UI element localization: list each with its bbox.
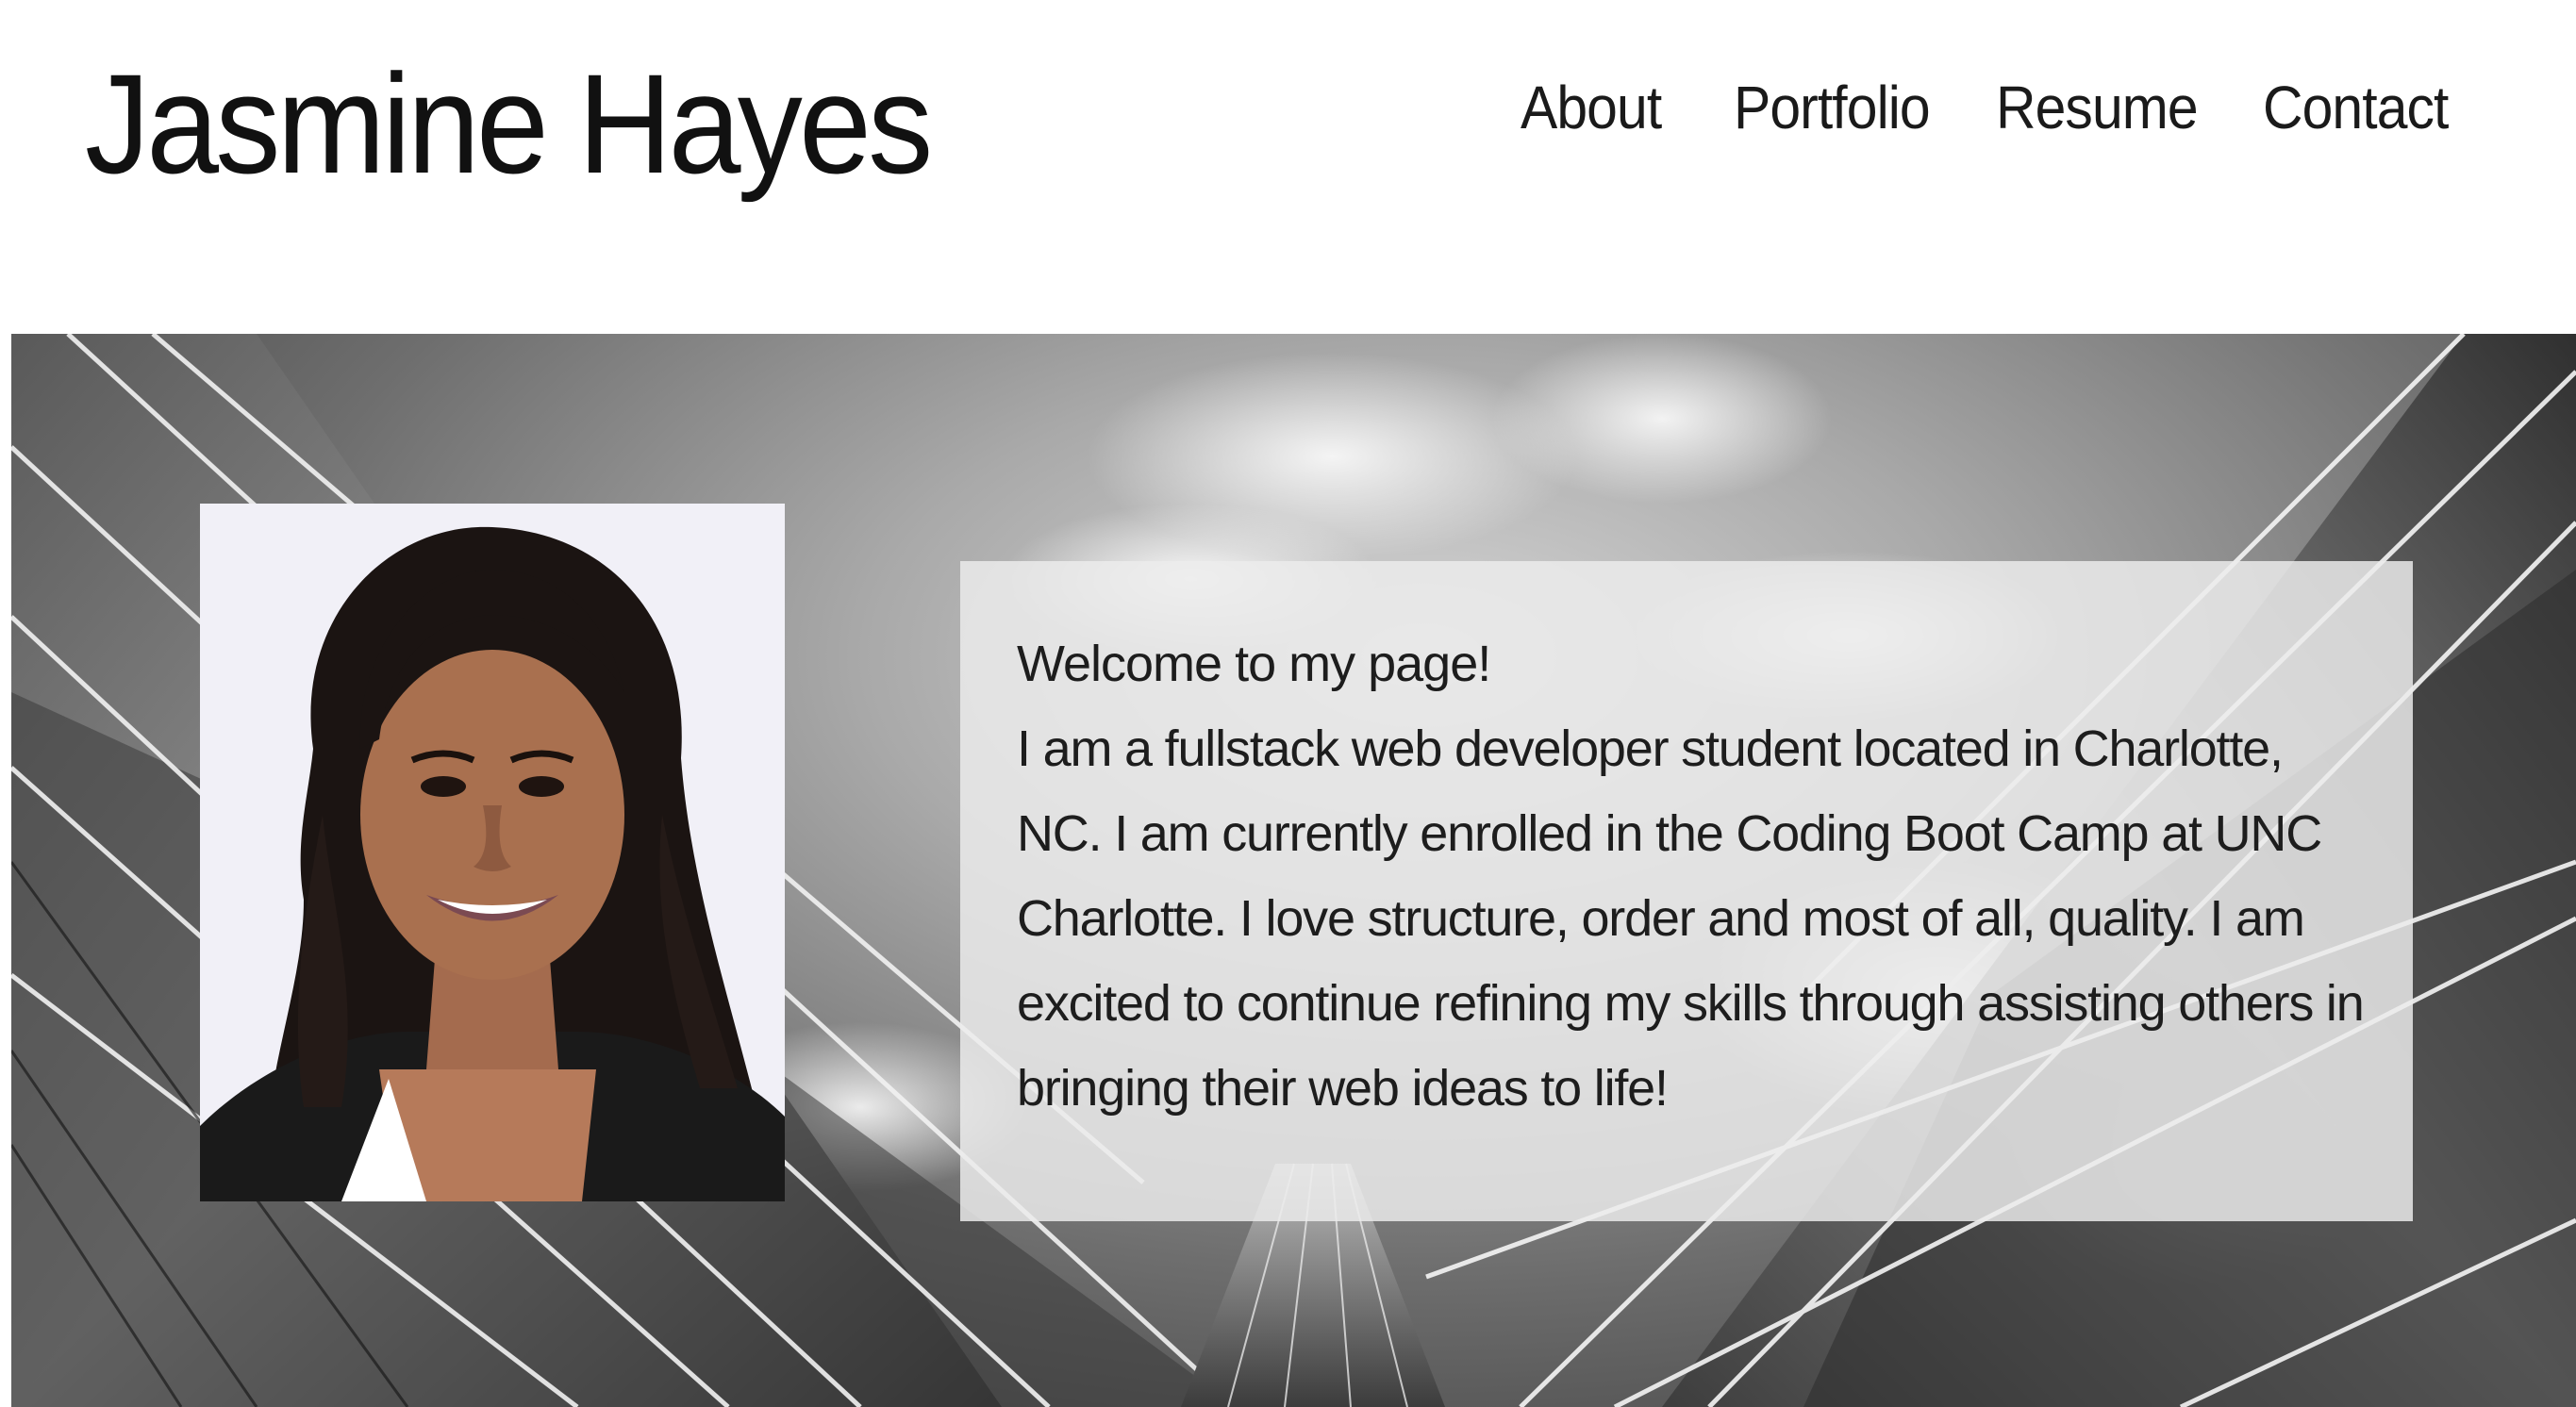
profile-photo-icon [200,504,785,1201]
intro-card: Welcome to my page! I am a fullstack web… [960,561,2413,1221]
nav-link-contact[interactable]: Contact [2263,77,2449,138]
intro-body: I am a fullstack web developer student l… [1017,720,2365,1117]
nav-link-resume[interactable]: Resume [1996,77,2199,138]
hero-section: Welcome to my page! I am a fullstack web… [11,334,2576,1407]
nav-link-portfolio[interactable]: Portfolio [1734,77,1931,138]
intro-heading: Welcome to my page! [1017,636,1491,692]
page: Jasmine Hayes About Portfolio Resume Con… [0,0,2576,1407]
main-nav: About Portfolio Resume Contact [0,77,2576,153]
nav-link-about[interactable]: About [1521,77,1662,138]
profile-photo [200,504,785,1201]
